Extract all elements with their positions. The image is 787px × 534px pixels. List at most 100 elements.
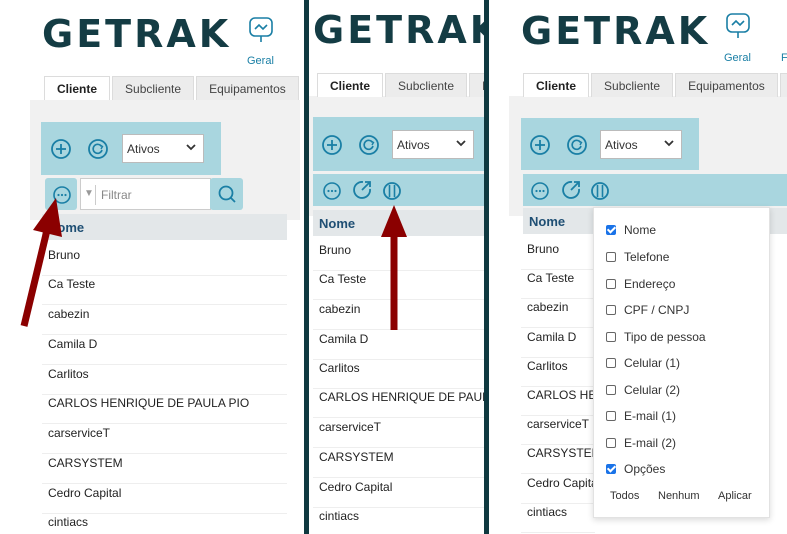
checkbox[interactable] (606, 464, 616, 474)
apply-button[interactable]: Aplicar (718, 490, 752, 502)
table-row[interactable]: Bruno (521, 242, 595, 270)
status-select[interactable]: Ativos (392, 130, 474, 159)
table-row[interactable]: CARLOS HENRIQUE DE PAULA PIO (521, 388, 595, 416)
column-option-cpf-cnpj[interactable]: CPF / CNPJ (606, 303, 689, 317)
tab-cliente[interactable]: Cliente (523, 73, 590, 97)
more-options-icon[interactable] (529, 180, 551, 202)
tab-subcliente[interactable]: Subcliente (112, 76, 195, 100)
tab-equipamentos[interactable]: Equipamentos (675, 73, 778, 97)
tab-veiculos[interactable]: Ve (779, 73, 787, 97)
column-option-label: Tipo de pessoa (624, 330, 706, 344)
status-select-value: Ativos (127, 142, 160, 156)
presentation-icon[interactable] (247, 16, 275, 44)
logo: GETRAK (521, 9, 711, 53)
refresh-icon[interactable] (87, 138, 109, 160)
tab-cliente[interactable]: Cliente (317, 73, 384, 97)
filter-placeholder: Filtrar (101, 188, 132, 202)
table-row[interactable]: carserviceT (521, 417, 595, 445)
checkbox[interactable] (606, 411, 616, 421)
column-option-opcoes[interactable]: Opções (606, 462, 665, 476)
status-select[interactable]: Ativos (600, 130, 682, 159)
tab-subcliente[interactable]: Subcliente (591, 73, 674, 97)
checkbox[interactable] (606, 438, 616, 448)
table-row[interactable]: CARSYSTEM (313, 450, 484, 478)
table-row[interactable]: CARLOS HENRIQUE DE PAULA PIO (42, 396, 287, 424)
checkbox[interactable] (606, 385, 616, 395)
table-row[interactable]: Cedro Capital (313, 480, 484, 508)
add-icon[interactable] (321, 134, 343, 156)
table-row[interactable]: Camila D (42, 337, 287, 365)
table-row[interactable]: Ca Teste (42, 277, 287, 305)
table-row[interactable]: Bruno (42, 248, 287, 276)
tab-equipamentos[interactable]: Eq (469, 73, 484, 97)
presentation-icon[interactable] (724, 12, 752, 40)
refresh-icon[interactable] (566, 134, 588, 156)
tab-subcliente[interactable]: Subcliente (385, 73, 468, 97)
select-none-button[interactable]: Nenhum (658, 490, 700, 502)
export-icon[interactable] (560, 179, 582, 201)
filter-separator (95, 185, 96, 205)
nav-partial-item[interactable]: F (781, 52, 787, 64)
search-icon (218, 185, 236, 203)
column-option-email-1[interactable]: E-mail (1) (606, 409, 676, 423)
table-row[interactable]: Camila D (313, 332, 484, 360)
columns-icon[interactable] (381, 180, 403, 202)
table-row[interactable]: cabezin (42, 307, 287, 335)
table-row[interactable]: cintiacs (521, 505, 595, 533)
checkbox[interactable] (606, 305, 616, 315)
table-row[interactable]: carserviceT (313, 420, 484, 448)
table-row[interactable]: CARSYSTEM (521, 446, 595, 474)
column-option-celular-2[interactable]: Celular (2) (606, 383, 680, 397)
column-option-tipo-de-pessoa[interactable]: Tipo de pessoa (606, 330, 706, 344)
table-row[interactable]: CARSYSTEM (42, 456, 287, 484)
checkbox[interactable] (606, 332, 616, 342)
chevron-down-icon (664, 140, 674, 147)
refresh-icon[interactable] (358, 134, 380, 156)
column-option-celular-1[interactable]: Celular (1) (606, 356, 680, 370)
table-row[interactable]: cabezin (521, 300, 595, 328)
checkbox[interactable] (606, 358, 616, 368)
checkbox[interactable] (606, 279, 616, 289)
column-option-endereco[interactable]: Endereço (606, 277, 675, 291)
table-row[interactable]: cintiacs (313, 509, 484, 534)
panel-2: GETRAK Cliente Subcliente Eq Ativos Nome… (309, 0, 484, 534)
column-option-label: Nome (624, 223, 657, 237)
table-header-nome[interactable]: Nome (42, 214, 287, 240)
column-option-email-2[interactable]: E-mail (2) (606, 436, 676, 450)
chevron-down-icon (186, 144, 196, 151)
table-row[interactable]: Ca Teste (521, 271, 595, 299)
filter-input[interactable]: ▼ Filtrar (80, 178, 211, 210)
checkbox[interactable] (606, 252, 616, 262)
panel-1: GETRAK Geral Cliente Subcliente Equipame… (0, 0, 304, 534)
tab-bar: Cliente Subcliente Equipamentos Ve (523, 73, 787, 97)
table-row[interactable]: Carlitos (313, 361, 484, 389)
column-option-nome[interactable]: Nome (606, 223, 656, 237)
column-option-label: Celular (1) (624, 356, 681, 370)
table-row[interactable]: Cedro Capital (42, 486, 287, 514)
checkbox[interactable] (606, 225, 616, 235)
table-row[interactable]: cintiacs (42, 515, 287, 534)
geral-label[interactable]: Geral (247, 55, 274, 67)
more-options-icon[interactable] (321, 180, 343, 202)
export-icon[interactable] (351, 179, 373, 201)
add-icon[interactable] (50, 138, 72, 160)
table-row[interactable]: Camila D (521, 330, 595, 358)
table-row[interactable]: Carlitos (42, 367, 287, 395)
tab-equipamentos[interactable]: Equipamentos (196, 76, 299, 100)
column-option-label: E-mail (2) (624, 436, 677, 450)
search-button[interactable] (210, 178, 243, 210)
tab-cliente[interactable]: Cliente (44, 76, 111, 100)
table-row[interactable]: carserviceT (42, 426, 287, 454)
select-all-button[interactable]: Todos (610, 490, 639, 502)
table-row[interactable]: Cedro Capital (521, 476, 595, 504)
column-option-telefone[interactable]: Telefone (606, 250, 669, 264)
table-row[interactable]: Carlitos (521, 359, 595, 387)
add-icon[interactable] (529, 134, 551, 156)
status-select[interactable]: Ativos (122, 134, 204, 163)
annotation-arrow (381, 205, 407, 330)
columns-icon[interactable] (589, 180, 611, 202)
geral-label[interactable]: Geral (724, 52, 751, 64)
tab-bar: Cliente Subcliente Eq (317, 73, 484, 97)
column-option-label: Opções (624, 462, 666, 476)
table-row[interactable]: CARLOS HENRIQUE DE PAULA PIO (313, 390, 484, 418)
